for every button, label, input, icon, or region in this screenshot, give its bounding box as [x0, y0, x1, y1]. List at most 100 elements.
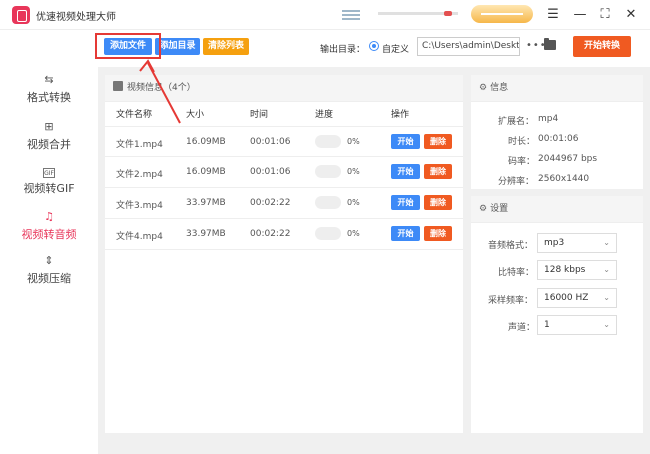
sample-rate-value: 16000 HZ [544, 293, 589, 303]
settings-panel-header: ⚙ 设置 [471, 196, 643, 223]
progress-percent: 0% [347, 198, 360, 207]
file-time: 00:01:06 [250, 137, 291, 147]
close-icon[interactable]: ✕ [622, 6, 640, 24]
info-panel: ⚙ 信息 [471, 75, 643, 189]
progress-percent: 0% [347, 137, 360, 146]
sidebar-item-video-merge[interactable]: ⊞ 视频合并 [0, 120, 98, 160]
bitrate-setting-label: 比特率： [498, 268, 535, 278]
sidebar-item-video-to-gif[interactable]: GIF 视频转GIF [0, 166, 98, 206]
start-button[interactable]: 开始 [391, 134, 420, 149]
custom-radio[interactable] [369, 41, 379, 51]
start-button[interactable]: 开始 [391, 195, 420, 210]
compress-icon: ⇕ [44, 254, 54, 267]
channel-value: 1 [544, 320, 550, 330]
progress-bar [315, 165, 341, 178]
info-panel-title: 信息 [490, 83, 509, 93]
bitrate-value: 2044967 bps [538, 154, 598, 164]
audio-format-label: 音频格式： [488, 241, 534, 251]
bitrate-setting-value: 128 kbps [544, 265, 586, 275]
start-button[interactable]: 开始 [391, 164, 420, 179]
progress-bar [315, 135, 341, 148]
sidebar-item-label: 格式转换 [27, 91, 71, 104]
file-name: 文件2.mp4 [116, 170, 163, 180]
progress-percent: 0% [347, 229, 360, 238]
extension-value: mp4 [538, 114, 559, 124]
folder-icon[interactable] [544, 38, 556, 50]
file-name: 文件3.mp4 [116, 201, 163, 211]
info-panel-header: ⚙ 信息 [471, 75, 643, 102]
table-row: 文件1.mp4 16.09MB 00:01:06 0% 开始 删除 [105, 126, 463, 157]
output-path-input[interactable]: C:\Users\admin\Deskto [417, 37, 520, 56]
file-name: 文件4.mp4 [116, 232, 163, 242]
promo-badge-icon [444, 11, 452, 16]
file-size: 16.09MB [186, 137, 226, 147]
duration-label: 时长： [508, 137, 536, 147]
merge-icon: ⊞ [44, 120, 54, 133]
start-convert-button[interactable]: 开始转换 [573, 36, 631, 57]
delete-button[interactable]: 删除 [424, 164, 452, 179]
vip-promo-button[interactable] [471, 5, 533, 23]
file-time: 00:02:22 [250, 229, 291, 239]
table-row: 文件3.mp4 33.97MB 00:02:22 0% 开始 删除 [105, 188, 463, 219]
settings-panel-title: 设置 [490, 204, 509, 214]
minimize-icon[interactable]: — [571, 6, 589, 24]
progress-bar [315, 227, 341, 240]
table-row: 文件2.mp4 16.09MB 00:01:06 0% 开始 删除 [105, 157, 463, 188]
delete-button[interactable]: 删除 [424, 195, 452, 210]
bitrate-label: 码率： [508, 157, 536, 167]
start-button[interactable]: 开始 [391, 226, 420, 241]
maximize-icon[interactable]: ⛶ [596, 6, 614, 24]
progress-bar [315, 196, 341, 209]
image-icon [113, 81, 123, 91]
sidebar-item-label: 视频转GIF [23, 182, 75, 195]
music-icon: ♫ [44, 210, 54, 223]
custom-radio-label: 自定义 [382, 45, 410, 55]
duration-value: 00:01:06 [538, 134, 579, 144]
promo-graphic-icon[interactable] [342, 8, 360, 20]
title-bar: 优速视频处理大师 ☰ — ⛶ ✕ [0, 0, 650, 30]
audio-format-select[interactable]: mp3 ⌄ [537, 233, 617, 253]
chevron-down-icon: ⌄ [603, 320, 610, 329]
delete-button[interactable]: 删除 [424, 134, 452, 149]
file-time: 00:01:06 [250, 167, 291, 177]
menu-icon[interactable]: ☰ [544, 6, 562, 24]
app-title: 优速视频处理大师 [36, 12, 116, 23]
sidebar-item-label: 视频合并 [27, 138, 71, 151]
chevron-down-icon: ⌄ [603, 238, 610, 247]
sidebar-item-label: 视频转音频 [21, 228, 77, 241]
sidebar-item-label: 视频压缩 [27, 272, 71, 285]
chevron-down-icon: ⌄ [603, 293, 610, 302]
file-time: 00:02:22 [250, 198, 291, 208]
resolution-label: 分辨率： [498, 177, 535, 187]
file-name: 文件1.mp4 [116, 140, 163, 150]
extension-label: 扩展名： [498, 117, 535, 127]
audio-format-value: mp3 [544, 238, 565, 248]
gear-icon: ⚙ [479, 204, 488, 214]
delete-button[interactable]: 删除 [424, 226, 452, 241]
column-header-action: 操作 [391, 110, 410, 120]
file-size: 16.09MB [186, 167, 226, 177]
gear-icon: ⚙ [479, 83, 488, 93]
app-logo-icon [12, 6, 30, 24]
column-header-time: 时间 [250, 110, 269, 120]
sidebar-item-video-to-audio[interactable]: ♫ 视频转音频 [0, 210, 98, 250]
sidebar-item-video-compress[interactable]: ⇕ 视频压缩 [0, 254, 98, 294]
file-size: 33.97MB [186, 198, 226, 208]
channel-select[interactable]: 1 ⌄ [537, 315, 617, 335]
bitrate-select[interactable]: 128 kbps ⌄ [537, 260, 617, 280]
sidebar-item-format-convert[interactable]: ⇆ 格式转换 [0, 73, 98, 113]
add-directory-button[interactable]: 添加目录 [155, 38, 200, 55]
chevron-down-icon: ⌄ [603, 265, 610, 274]
clear-list-button[interactable]: 清除列表 [203, 38, 249, 55]
progress-percent: 0% [347, 167, 360, 176]
table-row: 文件4.mp4 33.97MB 00:02:22 0% 开始 删除 [105, 219, 463, 250]
convert-icon: ⇆ [44, 73, 54, 86]
sample-rate-label: 采样频率： [488, 296, 534, 306]
resolution-value: 2560x1440 [538, 174, 590, 184]
gif-icon: GIF [43, 168, 55, 178]
file-size: 33.97MB [186, 229, 226, 239]
annotation-arrow [139, 59, 181, 124]
column-header-progress: 进度 [315, 110, 334, 120]
sidebar: ⇆ 格式转换 ⊞ 视频合并 GIF 视频转GIF ♫ 视频转音频 ⇕ 视频压缩 [0, 31, 98, 454]
sample-rate-select[interactable]: 16000 HZ ⌄ [537, 288, 617, 308]
